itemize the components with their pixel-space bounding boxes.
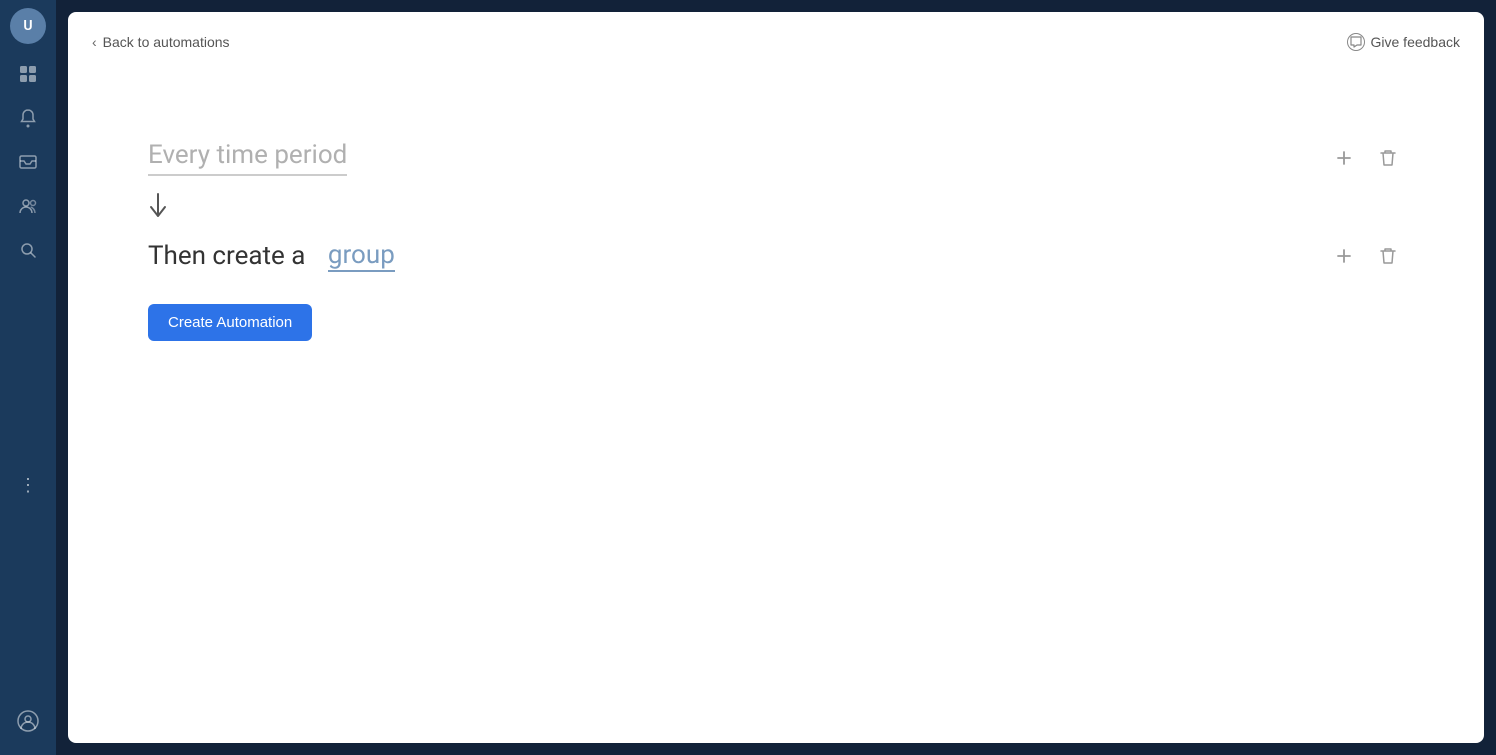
trigger-delete-button[interactable] <box>1372 142 1404 174</box>
sidebar-user-icon[interactable] <box>10 703 46 739</box>
sidebar-icon-search[interactable] <box>10 232 46 268</box>
action-link-group[interactable]: group <box>328 240 395 272</box>
create-automation-button[interactable]: Create Automation <box>148 304 312 341</box>
main-content: ‹ Back to automations Give feedback Ever… <box>56 0 1496 755</box>
trigger-add-button[interactable] <box>1328 142 1360 174</box>
back-chevron-icon: ‹ <box>92 34 97 50</box>
sidebar-icon-home[interactable] <box>10 56 46 92</box>
action-add-button[interactable] <box>1328 240 1360 272</box>
trigger-row-actions <box>1328 142 1404 174</box>
sidebar-more-icon[interactable]: ⋮ <box>11 467 45 504</box>
sidebar: U ⋮ <box>0 0 56 755</box>
arrow-down-icon <box>148 184 1404 232</box>
sidebar-icon-people[interactable] <box>10 188 46 224</box>
action-text-prefix: Then create a <box>148 241 305 271</box>
action-row-actions <box>1328 240 1404 272</box>
feedback-label: Give feedback <box>1371 34 1461 50</box>
trigger-text[interactable]: Every time period <box>148 140 347 176</box>
sidebar-icon-bell[interactable] <box>10 100 46 136</box>
avatar[interactable]: U <box>10 8 46 44</box>
action-row: Then create a group <box>148 232 1404 280</box>
back-label: Back to automations <box>103 34 230 50</box>
modal-body: Every time period <box>68 72 1484 743</box>
modal-header: ‹ Back to automations Give feedback <box>68 12 1484 72</box>
modal: ‹ Back to automations Give feedback Ever… <box>68 12 1484 743</box>
action-text: Then create a group <box>148 240 395 272</box>
sidebar-icon-inbox[interactable] <box>10 144 46 180</box>
back-to-automations-button[interactable]: ‹ Back to automations <box>92 34 230 50</box>
action-delete-button[interactable] <box>1372 240 1404 272</box>
trigger-row: Every time period <box>148 132 1404 184</box>
feedback-chat-icon <box>1347 33 1365 51</box>
give-feedback-button[interactable]: Give feedback <box>1347 33 1461 51</box>
